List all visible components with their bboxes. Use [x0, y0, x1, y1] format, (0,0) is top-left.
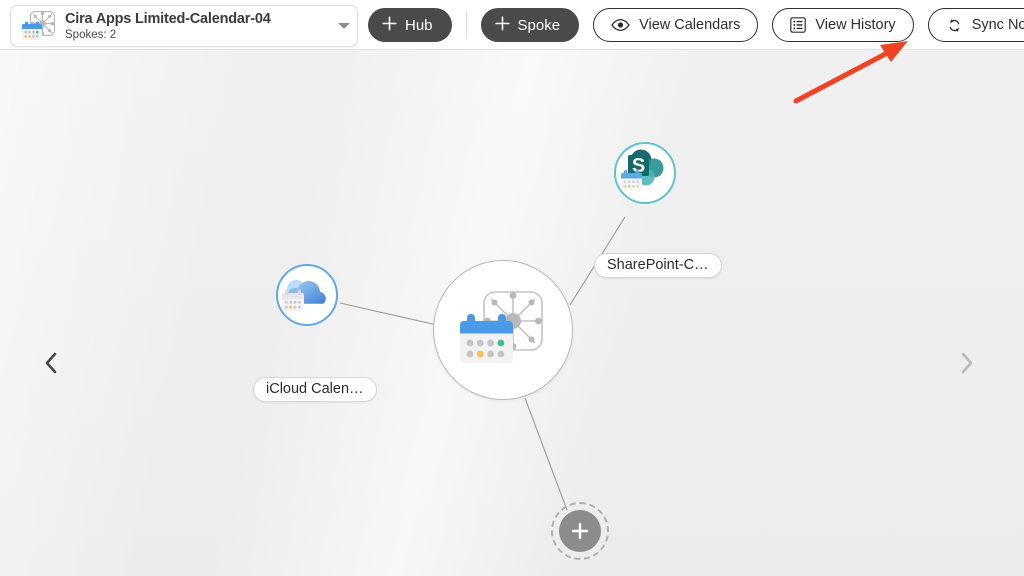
sync-now-label: Sync Now [971, 16, 1024, 33]
toolbar: Hub Spoke View Calendars View History Sy… [368, 0, 1024, 50]
hub-spoke-canvas[interactable]: iCloud Calen… S SharePoint-C… [0, 50, 1024, 576]
hub-spoke-count: Spokes: 2 [65, 28, 117, 41]
view-history-label: View History [815, 16, 896, 33]
hub-calendar-icon [457, 287, 549, 374]
toolbar-divider [465, 11, 467, 39]
hub-name: Cira Apps Limited-Calendar-04 [65, 10, 271, 27]
view-calendars-button[interactable]: View Calendars [593, 8, 759, 42]
sharepoint-calendar-icon: S [618, 147, 672, 200]
icloud-calendar-icon [279, 269, 335, 322]
chevron-right-icon [960, 352, 974, 379]
canvas-prev-button[interactable] [34, 345, 68, 385]
list-icon [790, 17, 807, 33]
plus-icon [382, 15, 397, 35]
add-spoke-node[interactable] [551, 502, 609, 560]
sync-now-button[interactable]: Sync Now [927, 8, 1024, 42]
chevron-left-icon [44, 352, 58, 379]
plus-icon [494, 15, 510, 35]
app-root: Cira Apps Limited-Calendar-04 Spokes: 2 … [0, 0, 1024, 576]
eye-icon [611, 18, 630, 32]
hub-selector[interactable]: Cira Apps Limited-Calendar-04 Spokes: 2 [10, 5, 358, 47]
refresh-icon [946, 17, 963, 34]
add-hub-label: Hub [405, 16, 433, 34]
hub-selector-text: Cira Apps Limited-Calendar-04 Spokes: 2 [65, 11, 331, 42]
view-history-button[interactable]: View History [772, 8, 914, 42]
hub-node[interactable] [433, 260, 573, 400]
plus-icon [559, 510, 601, 552]
caret-down-icon[interactable] [331, 6, 357, 46]
canvas-next-button[interactable] [950, 345, 984, 385]
add-hub-button[interactable]: Hub [368, 8, 452, 42]
spoke-label-sharepoint-calendar[interactable]: SharePoint-C… [594, 253, 722, 278]
spoke-label-icloud-calendar[interactable]: iCloud Calen… [253, 377, 377, 402]
add-spoke-button[interactable]: Spoke [480, 8, 580, 42]
view-calendars-label: View Calendars [639, 16, 741, 33]
spoke-node-sharepoint-calendar[interactable]: S [614, 142, 676, 204]
app-header: Cira Apps Limited-Calendar-04 Spokes: 2 … [0, 0, 1024, 50]
hub-calendar-icon [19, 9, 59, 43]
add-spoke-label: Spoke [517, 16, 561, 34]
spoke-node-icloud-calendar[interactable] [276, 264, 338, 326]
